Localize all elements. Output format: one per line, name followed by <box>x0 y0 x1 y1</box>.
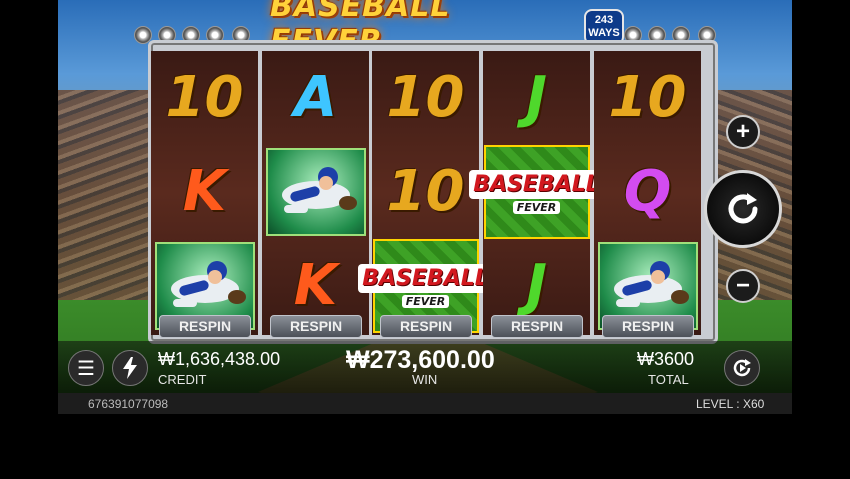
level-separator: : <box>736 397 740 411</box>
level-indicator: LEVEL : X60 <box>696 397 764 411</box>
reel-1: 10 K <box>151 51 258 335</box>
spin-button[interactable] <box>704 170 782 248</box>
symbol-label: J <box>526 253 547 318</box>
wild-sub-text: FEVER <box>512 201 561 214</box>
autoplay-icon <box>733 359 751 377</box>
menu-icon: ☰ <box>77 357 95 380</box>
symbol-label: A <box>293 65 338 130</box>
respin-button[interactable]: RESPIN <box>380 315 472 338</box>
session-id: 676391077098 <box>88 397 169 411</box>
symbol-10: 10 <box>151 51 258 145</box>
symbol-player <box>262 145 369 239</box>
respin-button[interactable]: RESPIN <box>602 315 694 338</box>
symbol-10: 10 <box>372 51 479 145</box>
reel-4: J BASEBALL FEVER J <box>469 51 604 335</box>
menu-button[interactable]: ☰ <box>68 350 104 386</box>
symbol-10: 10 <box>594 51 701 145</box>
total-bet-label: TOTAL <box>648 372 689 387</box>
ways-number: 243 <box>594 14 614 26</box>
symbol-label: 10 <box>608 65 687 130</box>
symbol-label: 10 <box>386 159 465 224</box>
win-value: ₩273,600.00 <box>346 346 495 374</box>
autoplay-button[interactable] <box>724 350 760 386</box>
lightning-icon <box>123 357 137 379</box>
level-value: X60 <box>742 397 765 411</box>
baseball-player-icon <box>265 148 366 236</box>
symbol-a: A <box>262 51 369 145</box>
symbol-wild: BASEBALL FEVER <box>469 145 604 239</box>
symbol-label: K <box>182 159 227 224</box>
minus-icon: − <box>735 272 750 299</box>
spin-icon <box>728 193 758 224</box>
symbol-label: 10 <box>386 65 465 130</box>
credit-label: CREDIT <box>158 372 207 387</box>
bet-decrease-button[interactable]: − <box>726 269 760 303</box>
total-bet-value: ₩3600 <box>637 349 695 369</box>
symbol-label: K <box>293 253 338 318</box>
footer-bar: 676391077098 LEVEL : X60 <box>58 393 792 414</box>
reel-3: 10 10 BASEBALL FEVER <box>358 51 493 335</box>
respin-button[interactable]: RESPIN <box>491 315 583 338</box>
symbol-j: J <box>483 51 590 145</box>
symbol-label: Q <box>623 159 672 224</box>
wild-main-text: BASEBALL <box>358 264 493 293</box>
reel-2: AK <box>262 51 369 335</box>
symbol-label: J <box>526 65 547 130</box>
win-label: WIN <box>412 372 438 387</box>
turbo-button[interactable] <box>112 350 148 386</box>
wild-main-text: BASEBALL <box>469 170 604 199</box>
level-label: LEVEL <box>696 397 733 411</box>
wild-logo: BASEBALL FEVER <box>469 145 604 239</box>
plus-icon: + <box>735 118 750 145</box>
symbol-10: 10 <box>372 145 479 239</box>
symbol-label: 10 <box>165 65 244 130</box>
ways-label: WAYS <box>588 27 620 39</box>
wild-sub-text: FEVER <box>401 295 450 308</box>
respin-button[interactable]: RESPIN <box>270 315 362 338</box>
symbol-k: K <box>151 145 258 239</box>
credit-value: ₩1,636,438.00 <box>158 349 281 369</box>
status-bar: ☰ ₩1,636,438.00 CREDIT ₩273,600.00 WIN ₩… <box>58 341 792 393</box>
symbol-q: Q <box>594 145 701 239</box>
reel-5: 10 Q <box>594 51 701 335</box>
bet-increase-button[interactable]: + <box>726 115 760 149</box>
respin-button[interactable]: RESPIN <box>159 315 251 338</box>
